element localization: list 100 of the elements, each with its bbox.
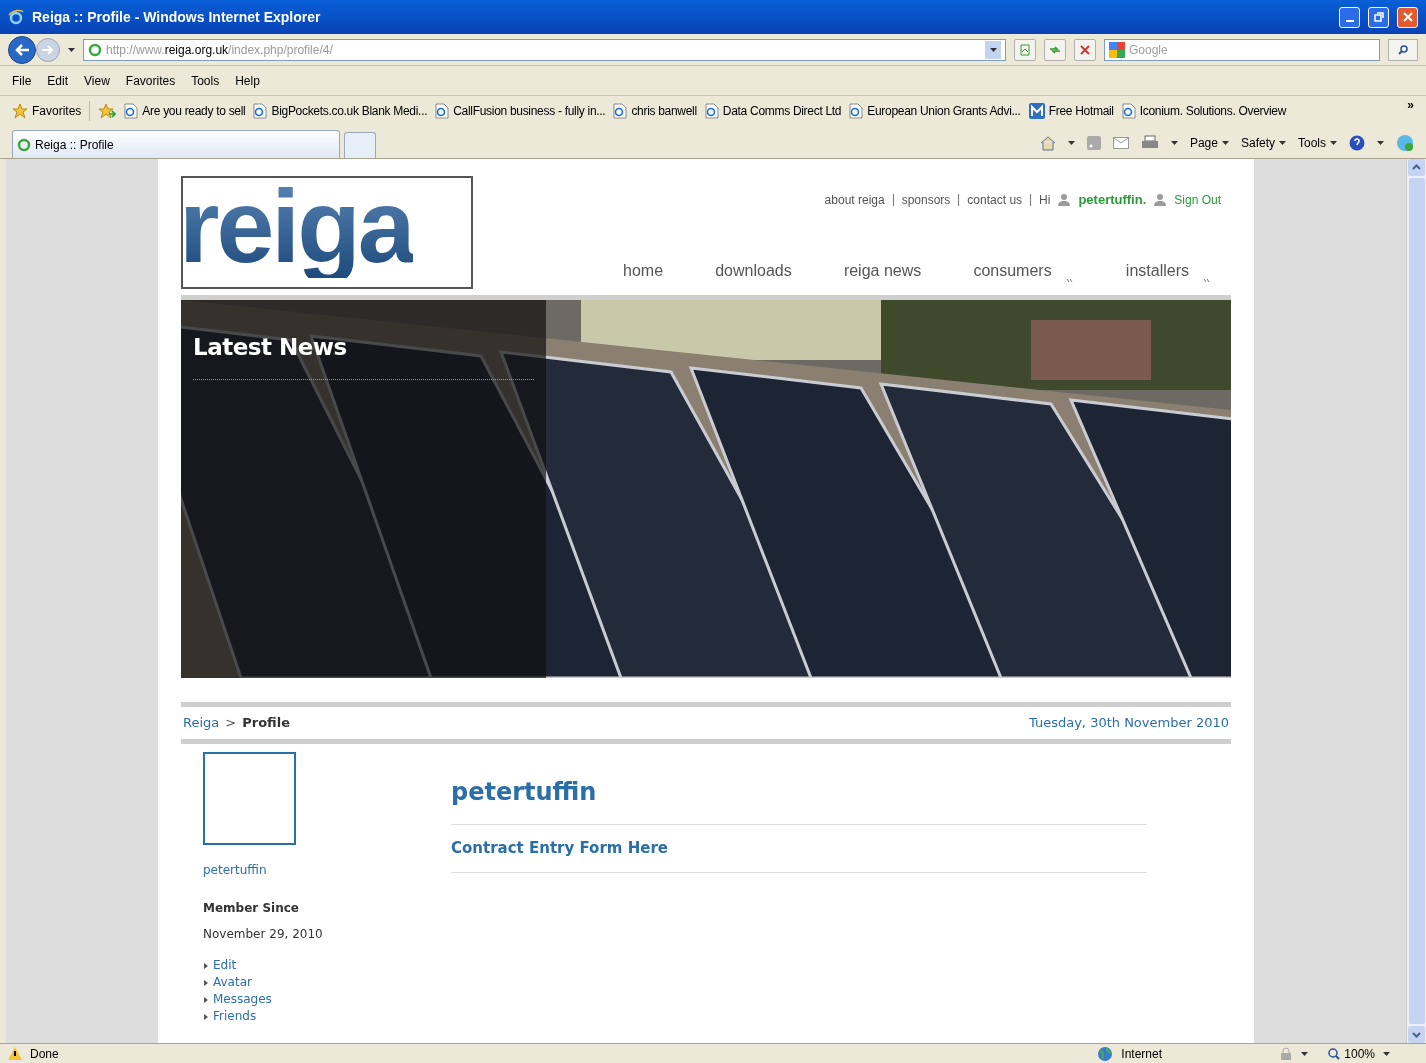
breadcrumb-current: Profile bbox=[242, 714, 290, 733]
refresh-icon bbox=[1049, 43, 1061, 56]
triangle-icon bbox=[204, 1013, 208, 1020]
profile-menu-link[interactable]: Messages bbox=[203, 991, 451, 1008]
compat-button[interactable] bbox=[1014, 38, 1036, 61]
close-button[interactable] bbox=[1397, 6, 1418, 28]
header-link[interactable]: sponsors bbox=[901, 190, 951, 209]
page-icon bbox=[704, 103, 719, 119]
help-icon[interactable] bbox=[1349, 135, 1365, 151]
url-domain: reiga.org.uk bbox=[164, 42, 229, 57]
breadcrumb-separator: > bbox=[225, 714, 237, 733]
new-tab-button[interactable] bbox=[344, 132, 376, 158]
page-icon bbox=[253, 103, 268, 119]
nav-link[interactable]: consumers bbox=[973, 259, 1074, 283]
site-logo[interactable]: reiga bbox=[181, 176, 473, 289]
menu-item[interactable]: Edit bbox=[47, 71, 69, 90]
nav-link[interactable]: reiga news bbox=[843, 259, 922, 283]
scrollbar[interactable] bbox=[1406, 159, 1426, 1043]
browser-tab[interactable]: Reiga :: Profile bbox=[12, 130, 340, 158]
restore-button[interactable] bbox=[1368, 6, 1389, 28]
back-button[interactable] bbox=[8, 35, 36, 64]
triangle-icon bbox=[204, 996, 208, 1003]
loading-icon bbox=[88, 42, 102, 57]
header-link[interactable]: about reiga bbox=[824, 190, 885, 209]
nav-link[interactable]: home bbox=[623, 259, 664, 283]
page-icon bbox=[1019, 43, 1031, 56]
home-icon[interactable] bbox=[1039, 135, 1056, 151]
status-text: Done bbox=[30, 1045, 59, 1063]
add-favorite-icon[interactable] bbox=[98, 103, 117, 119]
header-link[interactable]: contact us bbox=[967, 190, 1023, 209]
chevron-icon bbox=[1065, 278, 1074, 283]
star-icon bbox=[12, 103, 28, 119]
refresh-button[interactable] bbox=[1044, 38, 1066, 61]
scroll-down-icon[interactable] bbox=[1408, 1026, 1425, 1043]
menu-item[interactable]: Favorites bbox=[125, 71, 176, 90]
menu-item[interactable]: View bbox=[84, 71, 110, 90]
scroll-up-icon[interactable] bbox=[1408, 159, 1425, 176]
profile-menu-link[interactable]: Avatar bbox=[203, 974, 451, 991]
menu-item[interactable]: Tools bbox=[191, 71, 220, 90]
nav-link[interactable]: downloads bbox=[715, 259, 792, 283]
restore-icon bbox=[1373, 12, 1384, 22]
greeting-text: Hi bbox=[1039, 191, 1051, 209]
page-icon bbox=[124, 103, 139, 119]
caret-icon bbox=[989, 47, 997, 52]
favorite-link[interactable]: Data Comms Direct Ltd bbox=[704, 102, 842, 120]
zoom-button[interactable]: 100% bbox=[1328, 1044, 1375, 1063]
search-field[interactable]: Google bbox=[1129, 40, 1375, 59]
user-icon bbox=[1154, 193, 1167, 207]
favorites-button[interactable]: Favorites bbox=[12, 102, 82, 120]
search-button[interactable] bbox=[1388, 38, 1418, 61]
lock-icon[interactable] bbox=[1279, 1046, 1294, 1061]
command-menu[interactable]: Tools bbox=[1298, 134, 1337, 152]
window-title: Reiga :: Profile - Windows Internet Explorer bbox=[32, 7, 322, 27]
dropdown-button[interactable] bbox=[985, 40, 1001, 59]
mail-icon[interactable] bbox=[1112, 137, 1129, 149]
warning-icon bbox=[8, 1047, 22, 1060]
close-icon bbox=[1079, 43, 1091, 56]
caret-icon bbox=[1330, 141, 1337, 145]
news-heading: Latest News bbox=[193, 330, 534, 380]
minimize-button[interactable] bbox=[1339, 6, 1360, 28]
nav-link[interactable]: installers bbox=[1125, 259, 1211, 283]
favorite-link[interactable]: chris banwell bbox=[613, 102, 697, 120]
favorite-link[interactable]: Are you ready to sell bbox=[124, 102, 246, 120]
printer-icon[interactable] bbox=[1140, 135, 1159, 151]
favorite-link[interactable]: European Union Grants Advi... bbox=[849, 102, 1021, 120]
minimize-icon bbox=[1345, 20, 1354, 22]
command-menu[interactable]: Safety bbox=[1240, 134, 1286, 152]
triangle-icon bbox=[204, 979, 208, 986]
username-link[interactable]: petertuffin bbox=[203, 861, 451, 879]
profile-menu-link[interactable]: Friends bbox=[203, 1008, 451, 1025]
stop-button[interactable] bbox=[1074, 38, 1096, 61]
user-link[interactable]: petertuffin. bbox=[1078, 190, 1147, 210]
user-icon bbox=[1058, 193, 1071, 207]
url-path: /index.php/profile/4/ bbox=[228, 42, 333, 57]
command-menu[interactable]: Page bbox=[1189, 134, 1229, 152]
arrow-left-icon bbox=[15, 43, 29, 56]
mail-icon bbox=[1028, 103, 1045, 119]
search-box[interactable]: Google bbox=[1104, 38, 1380, 61]
favorite-link[interactable]: CallFusion business - fully in... bbox=[435, 102, 606, 120]
menu-item[interactable]: File bbox=[12, 71, 32, 90]
profile-menu-link[interactable]: Edit bbox=[203, 957, 451, 974]
favorite-link[interactable]: Iconium. Solutions. Overview bbox=[1121, 102, 1287, 120]
member-since-date: November 29, 2010 bbox=[203, 926, 324, 943]
date-text: Tuesday, 30th November 2010 bbox=[1029, 714, 1229, 733]
loading-icon bbox=[17, 137, 31, 152]
caret-icon bbox=[1377, 141, 1384, 145]
chevron-icon bbox=[1203, 278, 1211, 283]
globe-icon bbox=[1097, 1045, 1114, 1062]
favorite-link[interactable]: BigPockets.co.uk Blank Medi... bbox=[253, 102, 428, 120]
favorite-link[interactable]: Free Hotmail bbox=[1028, 102, 1114, 120]
address-field[interactable]: http://www.reiga.org.uk/index.php/profile/4/ bbox=[83, 38, 1006, 61]
zoom-icon bbox=[1328, 1047, 1341, 1060]
member-since-label: Member Since bbox=[203, 900, 300, 917]
url-prefix: http://www. bbox=[106, 42, 165, 57]
breadcrumb-link[interactable]: Reiga bbox=[183, 713, 220, 733]
sign-out-link[interactable]: Sign Out bbox=[1174, 190, 1221, 209]
contract-form-link[interactable]: Contract Entry Form Here bbox=[451, 839, 668, 857]
zone-text: Internet bbox=[1121, 1045, 1163, 1063]
menu-item[interactable]: Help bbox=[235, 71, 260, 90]
more-chevron[interactable]: » bbox=[1407, 96, 1414, 114]
